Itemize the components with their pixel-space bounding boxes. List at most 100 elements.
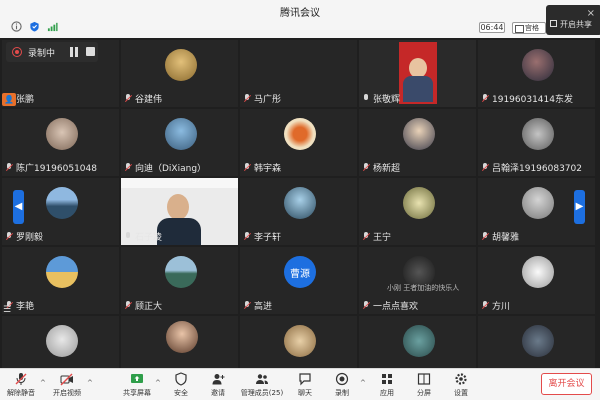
- record-button[interactable]: 录制: [323, 371, 361, 399]
- start-video-button[interactable]: 开启视频: [48, 371, 86, 399]
- participant-tile[interactable]: [2, 316, 119, 368]
- share-panel-label: 开启共享: [560, 20, 592, 29]
- participant-tile-active[interactable]: 张敬辉: [359, 40, 476, 107]
- avatar: [522, 187, 554, 219]
- meeting-window: { "window": {"title": "腾讯会议"}, "titlebar…: [0, 0, 600, 400]
- avatar: [284, 325, 316, 357]
- share-panel[interactable]: × 开启共享: [546, 5, 600, 35]
- gear-icon: [455, 373, 467, 385]
- invite-button[interactable]: 邀请: [199, 371, 237, 399]
- participant-name: 高进: [254, 301, 273, 312]
- pause-icon[interactable]: [68, 46, 80, 58]
- share-screen-button[interactable]: 共享屏幕: [118, 371, 156, 399]
- avatar: [46, 187, 78, 219]
- mic-off-icon: [15, 373, 27, 385]
- participant-name: 顾正大: [135, 301, 163, 312]
- avatar: [165, 49, 197, 81]
- participant-tile[interactable]: [478, 316, 595, 368]
- participant-name: 方川: [492, 301, 511, 312]
- shield-icon[interactable]: [28, 21, 41, 32]
- start-video-label: 开启视频: [53, 389, 81, 397]
- avatar: [165, 256, 197, 288]
- mic-muted-icon: [482, 93, 488, 103]
- info-icon[interactable]: [10, 21, 23, 32]
- window-title: 腾讯会议: [280, 8, 320, 19]
- avatar: [403, 118, 435, 150]
- apps-icon: [382, 374, 392, 384]
- participant-name: 石子凌: [135, 232, 163, 243]
- share-screen-icon: [131, 374, 143, 383]
- avatar: [284, 118, 316, 150]
- participant-name: 李艳: [16, 301, 35, 312]
- participant-tile[interactable]: [240, 316, 357, 368]
- record-icon: [335, 372, 349, 386]
- unmute-label: 解除静音: [7, 389, 35, 397]
- manage-members-button[interactable]: 管理成员(25): [241, 371, 283, 399]
- participant-tile[interactable]: 李子轩: [240, 178, 357, 245]
- participant-tile[interactable]: 李艳: [2, 247, 119, 314]
- mic-muted-icon: [244, 162, 250, 172]
- signal-icon[interactable]: [46, 21, 59, 32]
- security-shield-icon: [175, 372, 187, 386]
- participant-tile[interactable]: 杨新超: [359, 109, 476, 176]
- settings-button[interactable]: 设置: [442, 371, 480, 399]
- chevron-up-icon[interactable]: ^: [87, 379, 93, 387]
- participant-name: 李子轩: [254, 232, 282, 243]
- participant-tile[interactable]: 曹源 高进: [240, 247, 357, 314]
- avatar: [403, 325, 435, 357]
- avatar: [522, 256, 554, 288]
- chevron-up-icon[interactable]: ^: [40, 379, 46, 387]
- leave-meeting-button[interactable]: 离开会议: [541, 373, 592, 395]
- participant-name: 一点点喜欢: [373, 301, 419, 312]
- participant-tile[interactable]: 向迪（DiXiang）: [121, 109, 238, 176]
- share-screen-label: 共享屏幕: [123, 389, 151, 397]
- chevron-up-icon[interactable]: ^: [155, 379, 161, 387]
- mic-icon: [363, 93, 369, 103]
- mic-muted-icon: [6, 162, 12, 172]
- participant-name: 19196031414东发: [492, 94, 573, 105]
- participant-tile[interactable]: 19196031414东发: [478, 40, 595, 107]
- recording-indicator[interactable]: 录制中: [6, 42, 98, 62]
- chat-icon: [299, 373, 311, 386]
- avatar: [522, 325, 554, 357]
- participant-tile[interactable]: 石子凌: [121, 178, 238, 245]
- participant-tile[interactable]: 王宁: [359, 178, 476, 245]
- participant-name: 杨新超: [373, 163, 401, 174]
- recording-label: 录制中: [28, 49, 56, 59]
- close-icon[interactable]: ×: [587, 8, 595, 19]
- page-prev-button[interactable]: ◀: [13, 190, 24, 224]
- mic-muted-icon: [363, 162, 369, 172]
- layout-icon: [417, 373, 431, 385]
- participant-name: 张敬辉: [373, 94, 401, 105]
- participant-name: 马广彤: [254, 94, 282, 105]
- mic-muted-icon: [482, 300, 488, 310]
- host-badge-icon: 👤: [2, 93, 16, 106]
- avatar: 曹源: [284, 256, 316, 288]
- avatar: [522, 118, 554, 150]
- mic-icon: [125, 231, 131, 241]
- avatar: [403, 187, 435, 219]
- participant-grid: 张鹏 谷建伟 马广彤 张敬辉 19196031414东发 陈广191960510…: [2, 40, 598, 368]
- page-next-button[interactable]: ▶: [574, 190, 585, 224]
- avatar: [46, 325, 78, 357]
- participant-tile[interactable]: 马广彤: [240, 40, 357, 107]
- participant-tile[interactable]: [359, 316, 476, 368]
- participant-tile[interactable]: 吕翰泽19196083702: [478, 109, 595, 176]
- participant-tile[interactable]: 方川: [478, 247, 595, 314]
- participant-tile[interactable]: 谷建伟: [121, 40, 238, 107]
- chevron-up-icon[interactable]: ^: [360, 379, 366, 387]
- unmute-button[interactable]: 解除静音: [2, 371, 40, 399]
- avatar: [165, 118, 197, 150]
- participant-name: 罗刚毅: [16, 232, 44, 243]
- stop-icon[interactable]: [86, 47, 95, 56]
- participant-tile[interactable]: 韩宇森: [240, 109, 357, 176]
- record-label: 录制: [335, 389, 349, 397]
- mic-muted-icon: [244, 300, 250, 310]
- participant-tile[interactable]: 陈广19196051048: [2, 109, 119, 176]
- participant-name: 陈广19196051048: [16, 163, 97, 174]
- camera-off-icon: [60, 373, 73, 386]
- participant-tile[interactable]: 顾正大: [121, 247, 238, 314]
- share-icon: [550, 20, 557, 27]
- view-layout-button[interactable]: 宫格: [512, 22, 546, 34]
- participant-tile[interactable]: 小刚 王者加油的快乐人 一点点喜欢: [359, 247, 476, 314]
